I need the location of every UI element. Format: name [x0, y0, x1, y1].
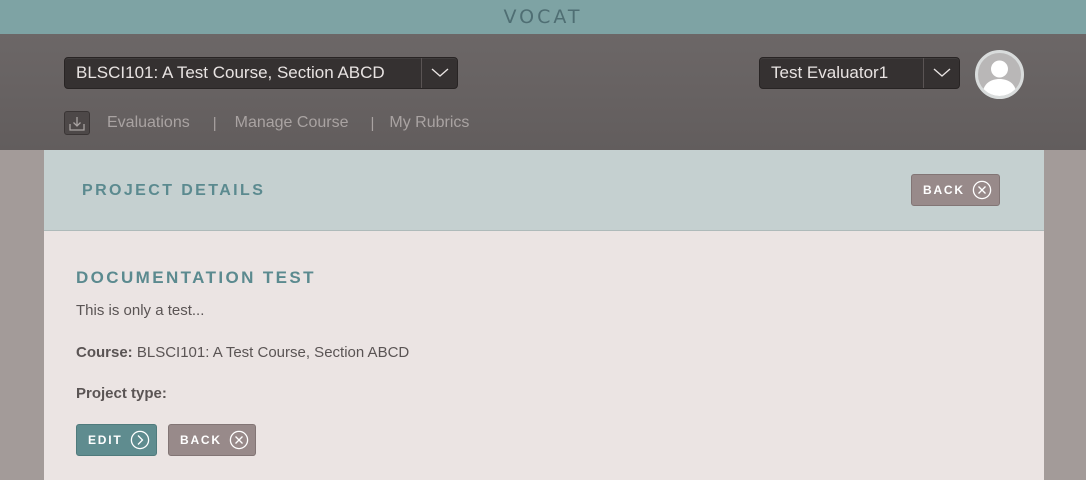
user-selector[interactable]: Test Evaluator1 [759, 57, 960, 89]
page-title: PROJECT DETAILS [82, 182, 266, 199]
vocat-logo: VOCAT [503, 6, 583, 28]
project-type-label: Project type: [76, 385, 167, 402]
course-selector[interactable]: BLSCI101: A Test Course, Section ABCD [64, 57, 458, 89]
back-button-label: BACK [180, 433, 222, 447]
user-selector-toggle[interactable] [923, 58, 959, 88]
course-label: Course: [76, 344, 133, 361]
user-selector-label: Test Evaluator1 [771, 63, 889, 82]
project-course: Course: BLSCI101: A Test Course, Section… [76, 344, 409, 361]
project-type: Project type: [76, 385, 167, 402]
nav-toggle-button[interactable] [64, 111, 90, 135]
header-back-button[interactable]: BACK [911, 174, 1000, 206]
course-selector-toggle[interactable] [421, 58, 457, 88]
close-circle-icon [972, 180, 992, 200]
avatar[interactable] [975, 50, 1024, 99]
main-nav: Evaluations | Manage Course | My Rubrics [64, 110, 469, 136]
nav-item-evaluations[interactable]: Evaluations [107, 114, 190, 132]
course-selector-label: BLSCI101: A Test Course, Section ABCD [76, 63, 385, 82]
project-description: This is only a test... [76, 302, 205, 319]
panel-header: PROJECT DETAILS BACK [44, 150, 1044, 231]
edit-button-label: EDIT [88, 433, 123, 447]
nav-separator: | [212, 114, 217, 132]
course-value: BLSCI101: A Test Course, Section ABCD [136, 344, 410, 361]
project-name: DOCUMENTATION TEST [76, 268, 316, 287]
project-details-panel: PROJECT DETAILS BACK DOCUMENTATION TEST … [44, 150, 1044, 480]
back-button[interactable]: BACK [168, 424, 256, 456]
arrow-right-circle-icon [130, 430, 149, 450]
chevron-down-icon [933, 68, 950, 77]
chevron-down-icon [431, 68, 448, 77]
close-circle-icon [229, 430, 249, 450]
back-button-label: BACK [923, 183, 965, 197]
brand-bar: VOCAT [0, 0, 1086, 34]
edit-button[interactable]: EDIT [76, 424, 157, 456]
download-icon [69, 116, 85, 131]
nav-item-my-rubrics[interactable]: My Rubrics [389, 114, 469, 132]
header: BLSCI101: A Test Course, Section ABCD Te… [0, 34, 1086, 150]
user-avatar-icon [982, 60, 1017, 96]
nav-separator: | [370, 114, 375, 132]
nav-item-manage-course[interactable]: Manage Course [235, 114, 349, 132]
